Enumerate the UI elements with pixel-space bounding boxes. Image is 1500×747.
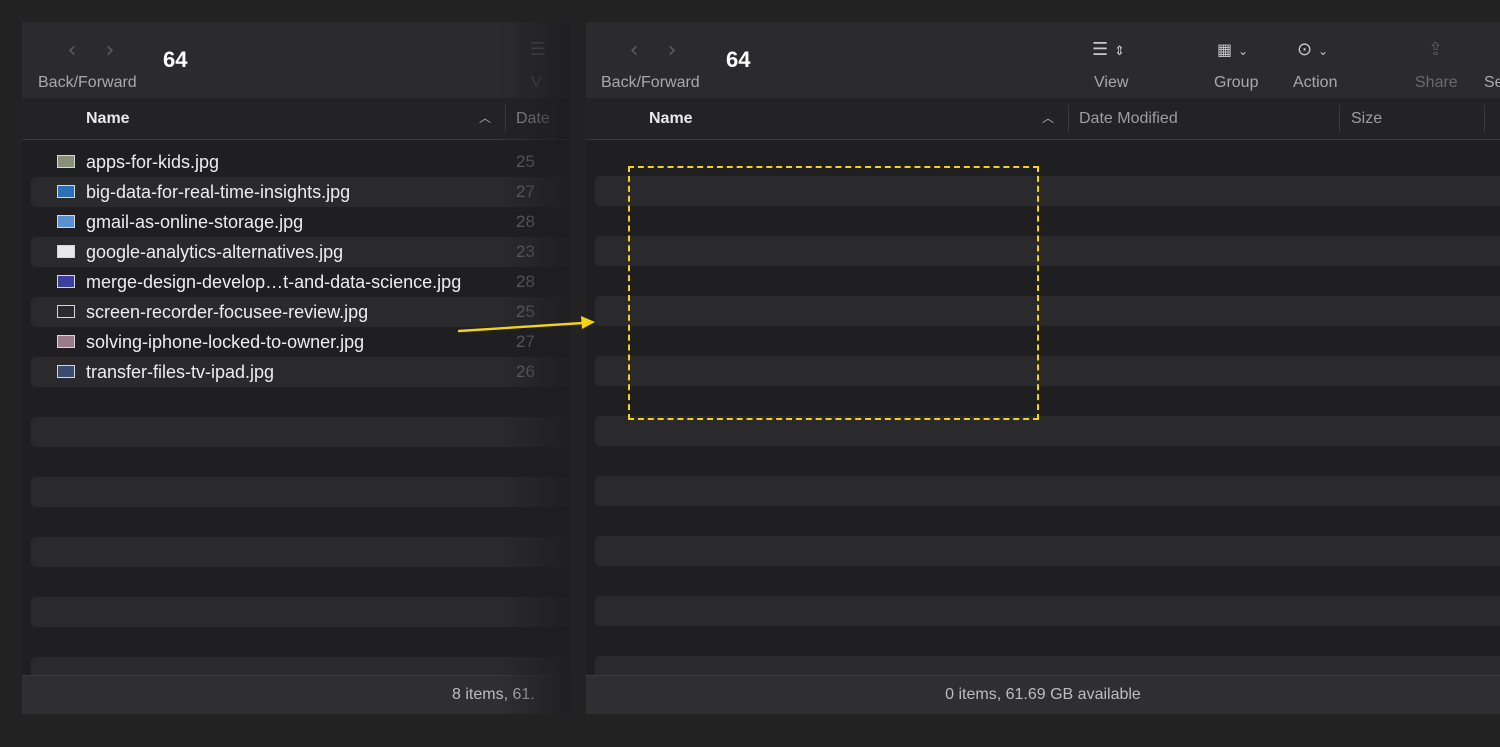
toolbar: ‹ › 64 Back/Forward ☰ V [22, 22, 570, 99]
image-thumbnail-icon [57, 155, 75, 168]
list-view-icon: ☰ [1092, 39, 1109, 60]
share-icon: ⇪ [1428, 39, 1444, 60]
file-name: transfer-files-tv-ipad.jpg [86, 362, 275, 382]
view-label: View [1094, 74, 1129, 91]
ellipsis-circle-icon: ⊙ [1297, 39, 1313, 60]
group-grid-icon: ▦ [1217, 40, 1233, 59]
column-divider[interactable] [1068, 105, 1069, 132]
sort-ascending-icon[interactable]: ︿ [479, 98, 491, 139]
file-date: 28 [516, 212, 535, 231]
image-thumbnail-icon [57, 365, 75, 378]
sort-ascending-icon[interactable]: ︿ [1042, 98, 1054, 139]
forward-button[interactable]: › [662, 40, 682, 62]
share-label: Share [1415, 74, 1458, 91]
file-name: solving-iphone-locked-to-owner.jpg [86, 332, 365, 352]
row-stripe [31, 537, 570, 567]
row-stripe [595, 596, 1500, 626]
image-thumbnail-icon [57, 245, 75, 258]
action-label: Action [1293, 74, 1338, 91]
view-button[interactable]: ☰ ⇕ [1092, 38, 1125, 62]
status-bar: 8 items, 61. [22, 675, 570, 714]
image-thumbnail-icon [57, 305, 75, 318]
row-stripe [595, 416, 1500, 446]
view-label-partial: V [531, 74, 542, 91]
file-date: 27 [516, 182, 535, 201]
drop-target-highlight [628, 166, 1039, 420]
group-label: Group [1214, 74, 1259, 91]
column-divider[interactable] [1339, 105, 1340, 132]
file-name: google-analytics-alternatives.jpg [86, 242, 344, 262]
file-row[interactable]: big-data-for-real-time-insights.jpg 27 [22, 177, 570, 207]
status-text: 0 items, 61.69 GB available [945, 686, 1141, 703]
chevron-right-icon: › [105, 38, 115, 63]
back-forward-label: Back/Forward [38, 74, 137, 91]
back-button[interactable]: ‹ [62, 40, 82, 62]
action-button[interactable]: ⊙ ⌄ [1297, 38, 1328, 62]
chevron-left-icon: ‹ [629, 38, 639, 63]
finder-window-source: ‹ › 64 Back/Forward ☰ V Name ︿ Date apps… [22, 22, 570, 714]
back-button[interactable]: ‹ [624, 40, 644, 62]
file-name: merge-design-develop…t-and-data-science.… [86, 272, 462, 292]
forward-button[interactable]: › [100, 40, 120, 62]
chevron-left-icon: ‹ [67, 38, 77, 63]
window-title: 64 [163, 47, 188, 72]
file-name: big-data-for-real-time-insights.jpg [86, 182, 351, 202]
up-down-chevron-icon: ⇕ [1114, 44, 1126, 59]
file-name: gmail-as-online-storage.jpg [86, 212, 304, 232]
status-text: 8 items, 61. [452, 686, 535, 703]
column-header: Name ︿ Date [22, 98, 570, 140]
column-divider[interactable] [505, 105, 506, 132]
file-name: apps-for-kids.jpg [86, 152, 220, 172]
column-divider[interactable] [1484, 105, 1485, 132]
back-forward-label: Back/Forward [601, 74, 700, 91]
row-stripe [31, 597, 570, 627]
file-date: 26 [516, 362, 535, 381]
row-stripe [595, 536, 1500, 566]
file-date: 28 [516, 272, 535, 291]
status-bar: 0 items, 61.69 GB available [586, 675, 1500, 714]
window-title: 64 [726, 47, 751, 72]
row-stripe [595, 476, 1500, 506]
column-size-header[interactable]: Size [1351, 98, 1382, 139]
drag-arrow-annotation [457, 316, 595, 333]
column-date-header[interactable]: Date [516, 98, 550, 139]
column-date-modified-header[interactable]: Date Modified [1079, 98, 1178, 139]
file-row[interactable]: merge-design-develop…t-and-data-science.… [22, 267, 570, 297]
image-thumbnail-icon [57, 335, 75, 348]
image-thumbnail-icon [57, 275, 75, 288]
list-view-icon[interactable]: ☰ [530, 38, 546, 62]
search-label-partial: Se [1484, 74, 1500, 91]
file-date: 25 [516, 152, 535, 171]
chevron-down-icon: ⌄ [1318, 44, 1329, 58]
toolbar: ‹ › 64 Back/Forward ☰ ⇕ View ▦ ⌄ Group ⊙ ⌄ … [586, 22, 1500, 99]
image-thumbnail-icon [57, 215, 75, 228]
chevron-down-icon: ⌄ [1238, 44, 1249, 58]
image-thumbnail-icon [57, 185, 75, 198]
column-name-header[interactable]: Name [649, 98, 693, 139]
file-row[interactable]: apps-for-kids.jpg 25 [22, 147, 570, 177]
group-button[interactable]: ▦ ⌄ [1217, 38, 1248, 62]
file-name: screen-recorder-focusee-review.jpg [86, 302, 369, 322]
file-row[interactable]: transfer-files-tv-ipad.jpg 26 [22, 357, 570, 387]
share-button[interactable]: ⇪ [1428, 38, 1443, 62]
file-date: 23 [516, 242, 535, 261]
chevron-right-icon: › [667, 38, 677, 63]
file-row[interactable]: google-analytics-alternatives.jpg 23 [22, 237, 570, 267]
column-name-header[interactable]: Name [86, 98, 130, 139]
file-row[interactable]: gmail-as-online-storage.jpg 28 [22, 207, 570, 237]
row-stripe [31, 417, 570, 447]
column-header: Name ︿ Date Modified Size [586, 98, 1500, 140]
row-stripe [31, 477, 570, 507]
